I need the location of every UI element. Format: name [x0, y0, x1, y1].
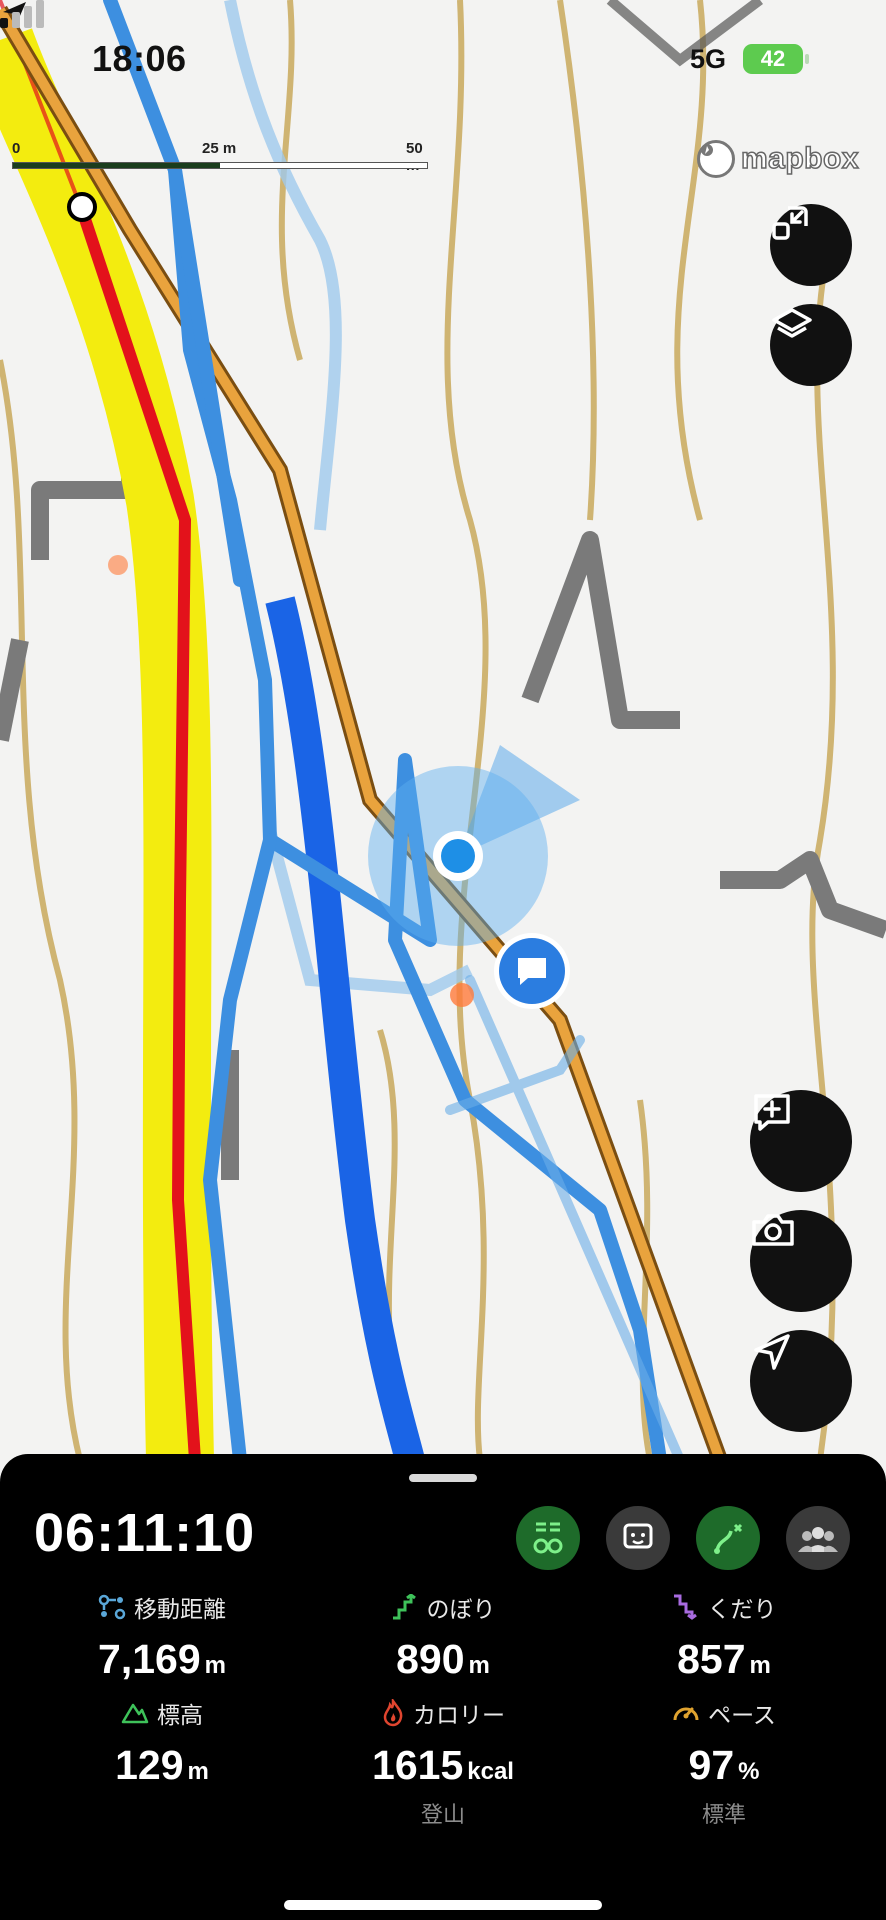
stat-calories-value: 1615	[372, 1742, 464, 1788]
locate-me-button[interactable]	[750, 1330, 852, 1432]
stat-pace-value-row: 97%	[594, 1742, 854, 1789]
route-off-course-button[interactable]	[696, 1506, 760, 1570]
stat-elevation-value-row: 129 m	[32, 1742, 292, 1789]
route-icon	[98, 1594, 126, 1620]
speedometer-icon	[673, 1707, 699, 1721]
camera-button[interactable]	[750, 1210, 852, 1312]
stat-calories-label: カロリー	[313, 1696, 573, 1730]
home-indicator[interactable]	[284, 1900, 602, 1910]
stat-descent-label-text: くだり	[707, 1596, 777, 1622]
activity-panel[interactable]: 06:11:10 移動距離 7,169 m のぼり 890 m くだり 857 …	[0, 1454, 886, 1920]
status-time: 18:06	[92, 38, 187, 79]
stat-elevation-unit: m	[187, 1758, 209, 1785]
scale-mid-label: 25 m	[202, 140, 237, 157]
navigation-arrow-icon	[754, 1334, 790, 1370]
battery-cap	[805, 54, 809, 64]
stat-distance-label-text: 移動距離	[134, 1596, 226, 1622]
stat-elevation-label-text: 標高	[157, 1702, 203, 1728]
stat-pace: ペース 97% 標準	[594, 1696, 854, 1829]
stat-elevation: 標高 129 m	[32, 1696, 292, 1789]
scale-start-label: 0	[12, 140, 21, 157]
collapse-map-icon	[772, 206, 808, 240]
layers-icon	[772, 308, 812, 338]
flame-icon	[383, 1699, 403, 1727]
stat-ascent-value: 890	[396, 1636, 465, 1682]
panel-drag-handle[interactable]	[409, 1474, 477, 1482]
stat-distance-value-row: 7,169 m	[32, 1636, 292, 1683]
stat-descent: くだり 857 m	[594, 1590, 854, 1683]
map-layers-button[interactable]	[770, 304, 852, 386]
mountain-icon	[121, 1703, 149, 1724]
camera-icon	[752, 1214, 794, 1246]
stat-ascent: のぼり 890 m	[313, 1590, 573, 1683]
stat-elevation-value: 129	[115, 1742, 184, 1788]
mapbox-wordmark: mapbox	[740, 141, 860, 176]
emergency-face-button[interactable]	[606, 1506, 670, 1570]
add-note-button[interactable]	[750, 1090, 852, 1192]
stat-ascent-value-row: 890 m	[313, 1636, 573, 1683]
stat-calories-value-row: 1615 kcal	[313, 1742, 573, 1789]
stat-ascent-label-text: のぼり	[426, 1596, 496, 1622]
stat-pace-label: ペース	[594, 1696, 854, 1730]
face-alert-icon	[623, 1523, 653, 1549]
network-type: 5G	[690, 44, 727, 74]
stat-elevation-label: 標高	[32, 1696, 292, 1730]
add-note-icon	[754, 1094, 790, 1131]
stat-pace-unit: %	[738, 1758, 760, 1785]
status-bar: 18:06 5G 42	[0, 0, 886, 110]
mapbox-logo-icon	[697, 140, 735, 178]
stat-descent-value-row: 857 m	[594, 1636, 854, 1683]
mapbox-attribution[interactable]: mapbox	[697, 140, 859, 178]
map-view[interactable]: 18:06 5G 42 0 25 m 50 m mapbox	[0, 0, 886, 1460]
map-scale-bar: 0 25 m 50 m	[12, 140, 432, 180]
stat-pace-level: 標準	[701, 1802, 746, 1827]
stat-ascent-label: のぼり	[313, 1590, 573, 1624]
elapsed-time: 06:11:10	[34, 1503, 256, 1563]
stat-pace-label-text: ペース	[708, 1702, 776, 1728]
comment-marker-icon[interactable]	[494, 933, 570, 1009]
stat-descent-unit: m	[749, 1652, 771, 1679]
stat-descent-value: 857	[677, 1636, 746, 1682]
scale-bar-fill	[13, 163, 220, 168]
group-members-button[interactable]	[786, 1506, 850, 1570]
group-icon	[798, 1527, 838, 1552]
battery-indicator: 42	[743, 44, 809, 74]
cellular-signal-icon	[0, 0, 44, 28]
descent-icon	[673, 1594, 697, 1620]
stat-distance-unit: m	[204, 1652, 226, 1679]
stat-pace-value: 97	[688, 1742, 735, 1788]
route-deviation-icon	[714, 1523, 743, 1554]
stat-ascent-unit: m	[468, 1652, 490, 1679]
collapse-map-button[interactable]	[770, 204, 852, 286]
battery-level: 42	[760, 46, 786, 71]
stat-calories-activity-type: 登山	[420, 1802, 465, 1827]
stat-distance: 移動距離 7,169 m	[32, 1590, 292, 1683]
stat-calories: カロリー 1615 kcal 登山	[313, 1696, 573, 1829]
stat-distance-value: 7,169	[98, 1636, 201, 1682]
stat-descent-label: くだり	[594, 1590, 854, 1624]
stat-calories-unit: kcal	[467, 1758, 514, 1785]
scale-bar-track	[12, 162, 428, 169]
stat-calories-label-text: カロリー	[413, 1702, 505, 1728]
ascent-icon	[392, 1594, 416, 1620]
checkpoint-button[interactable]	[516, 1506, 580, 1570]
checkpoint-pins-icon	[533, 1522, 563, 1554]
stat-distance-label: 移動距離	[32, 1590, 292, 1624]
